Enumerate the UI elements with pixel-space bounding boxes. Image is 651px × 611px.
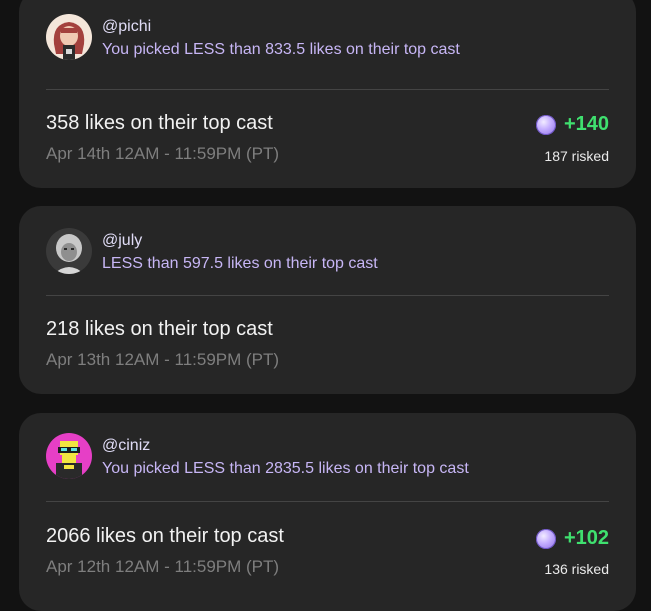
result-text: 218 likes on their top cast [46, 318, 273, 340]
avatar[interactable] [46, 228, 92, 274]
pick-description: You picked LESS than 833.5 likes on thei… [102, 41, 460, 58]
reward: +102 [535, 527, 609, 550]
avatar[interactable] [46, 433, 92, 479]
date-range: Apr 13th 12AM - 11:59PM (PT) [46, 350, 280, 369]
pick-description: LESS than 597.5 likes on their top cast [102, 255, 378, 272]
reward-points: +140 [563, 113, 609, 135]
username[interactable]: @july [102, 232, 142, 250]
divider [46, 501, 609, 502]
result-text: 2066 likes on their top cast [46, 525, 284, 547]
prediction-card-ciniz[interactable]: @ciniz You picked LESS than 2835.5 likes… [19, 413, 636, 611]
reward-points: +102 [563, 527, 609, 549]
username[interactable]: @pichi [102, 18, 151, 36]
prediction-card-pichi[interactable]: @pichi You picked LESS than 833.5 likes … [19, 0, 636, 188]
username[interactable]: @ciniz [102, 437, 150, 455]
prediction-card-july[interactable]: @july LESS than 597.5 likes on their top… [19, 206, 636, 394]
avatar[interactable] [46, 14, 92, 60]
pick-description: You picked LESS than 2835.5 likes on the… [102, 460, 469, 477]
card-header: @ciniz You picked LESS than 2835.5 likes… [46, 433, 609, 489]
risked-amount: 187 risked [544, 148, 609, 164]
reward: +140 [535, 113, 609, 136]
card-header: @july LESS than 597.5 likes on their top… [46, 228, 609, 284]
pixel-character-avatar-icon [46, 433, 92, 479]
card-header: @pichi You picked LESS than 833.5 likes … [46, 14, 609, 70]
result-text: 358 likes on their top cast [46, 112, 273, 134]
risked-amount: 136 risked [544, 561, 609, 577]
divider [46, 89, 609, 90]
divider [46, 295, 609, 296]
date-range: Apr 12th 12AM - 11:59PM (PT) [46, 557, 280, 576]
pink-haired-character-avatar-icon [46, 14, 92, 60]
coin-icon [535, 528, 556, 549]
grayscale-portrait-avatar-icon [46, 228, 92, 274]
date-range: Apr 14th 12AM - 11:59PM (PT) [46, 144, 280, 163]
coin-icon [535, 114, 556, 135]
